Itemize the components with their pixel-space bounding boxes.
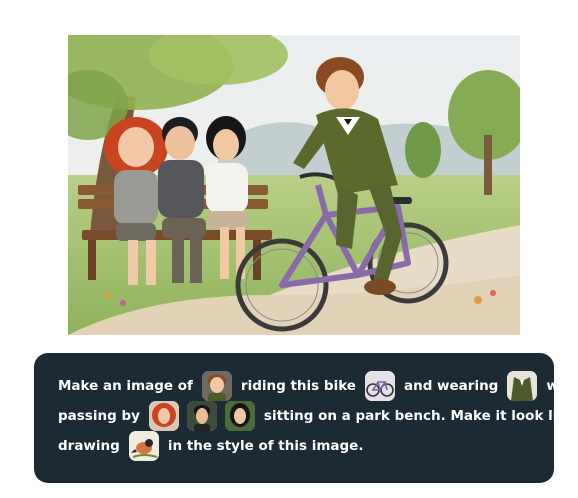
dark-haired-boy-thumbnail-icon[interactable]	[186, 401, 217, 431]
bicycle-thumbnail-icon[interactable]	[364, 371, 395, 401]
watercolor-park-scene	[68, 35, 520, 335]
prompt-text: sitting on a park bench. Make it look li…	[263, 408, 578, 424]
prompt-text: while	[546, 378, 578, 394]
prompt-card: Make an image of riding this bike and we…	[34, 353, 578, 483]
redhead-girl-thumbnail-icon[interactable]	[148, 401, 179, 431]
prompt-text: passing by	[58, 408, 140, 424]
prompt-text: drawing	[58, 438, 120, 454]
prompt-text: in the style of this image.	[167, 438, 364, 454]
boy-portrait-thumbnail-icon[interactable]	[201, 371, 232, 401]
prompt-line-3: drawing in the style of this image.	[58, 431, 530, 461]
stage: Make an image of riding this bike and we…	[0, 0, 578, 498]
prompt-text: Make an image of	[58, 378, 193, 394]
generated-illustration-image	[68, 35, 520, 335]
prompt-line-2: passing by sitting on a park bench. Make…	[58, 401, 578, 431]
prompt-line-1: Make an image of riding this bike and we…	[58, 371, 578, 401]
dark-haired-girl-thumbnail-icon[interactable]	[224, 401, 255, 431]
prompt-text: and wearing	[403, 378, 499, 394]
prompt-text: riding this bike	[240, 378, 356, 394]
suit-thumbnail-icon[interactable]	[507, 371, 538, 401]
watercolor-bird-thumbnail-icon[interactable]	[128, 431, 159, 461]
